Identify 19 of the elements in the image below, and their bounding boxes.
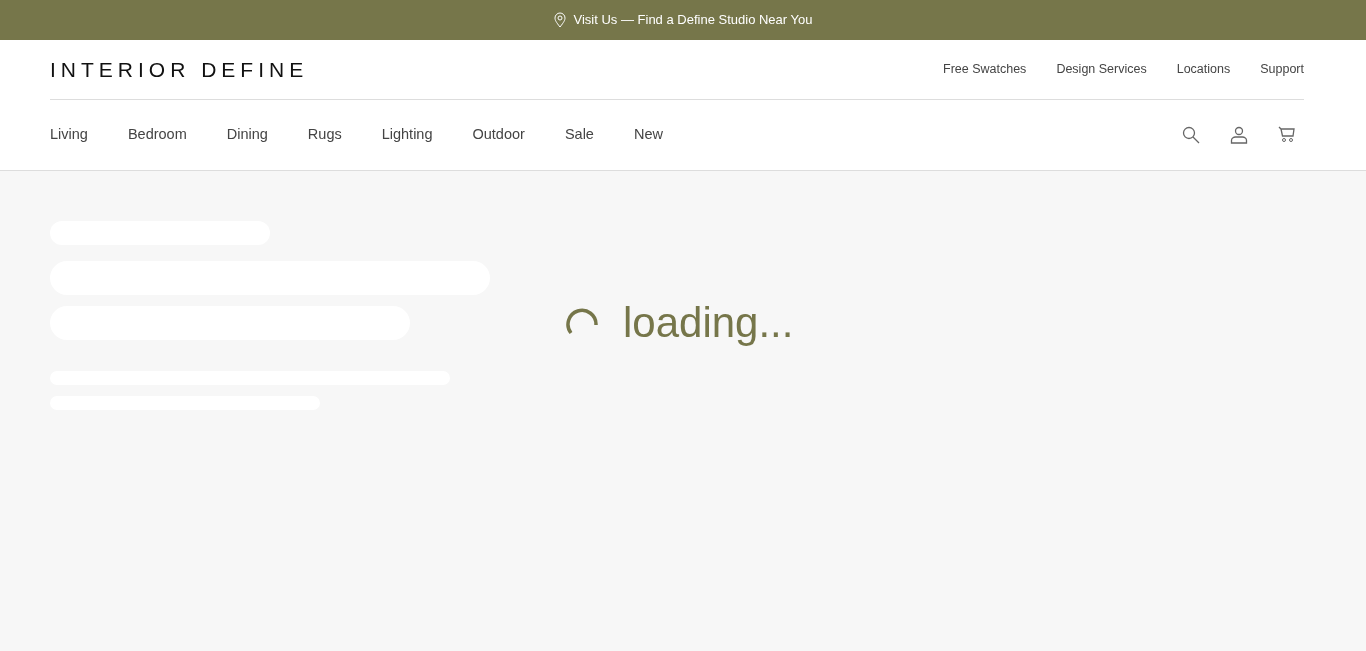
site-logo[interactable]: INTERIOR DEFINE (50, 53, 309, 86)
search-button[interactable] (1182, 126, 1200, 144)
nav-link[interactable]: Bedroom (127, 124, 187, 146)
account-button[interactable] (1230, 126, 1248, 144)
nav-link[interactable]: Outdoor (472, 124, 525, 146)
utility-link[interactable]: Support (1260, 60, 1304, 79)
nav-link[interactable]: Living (50, 124, 88, 146)
map-pin-icon (553, 12, 566, 28)
utility-link[interactable]: Locations (1176, 60, 1231, 79)
loading-text: loading... (623, 297, 794, 348)
utility-link[interactable]: Free Swatches (943, 60, 1027, 79)
cart-button[interactable] (1278, 126, 1296, 144)
promo-link[interactable]: Visit Us — Find a Define Studio Near You (573, 10, 813, 30)
nav-link[interactable]: Rugs (307, 124, 342, 146)
nav-link[interactable]: Dining (226, 124, 268, 146)
utility-link[interactable]: Design Services (1056, 60, 1147, 79)
nav-link[interactable]: Lighting (381, 124, 433, 146)
nav-link[interactable]: Sale (564, 124, 594, 146)
nav-link[interactable]: New (633, 124, 663, 146)
